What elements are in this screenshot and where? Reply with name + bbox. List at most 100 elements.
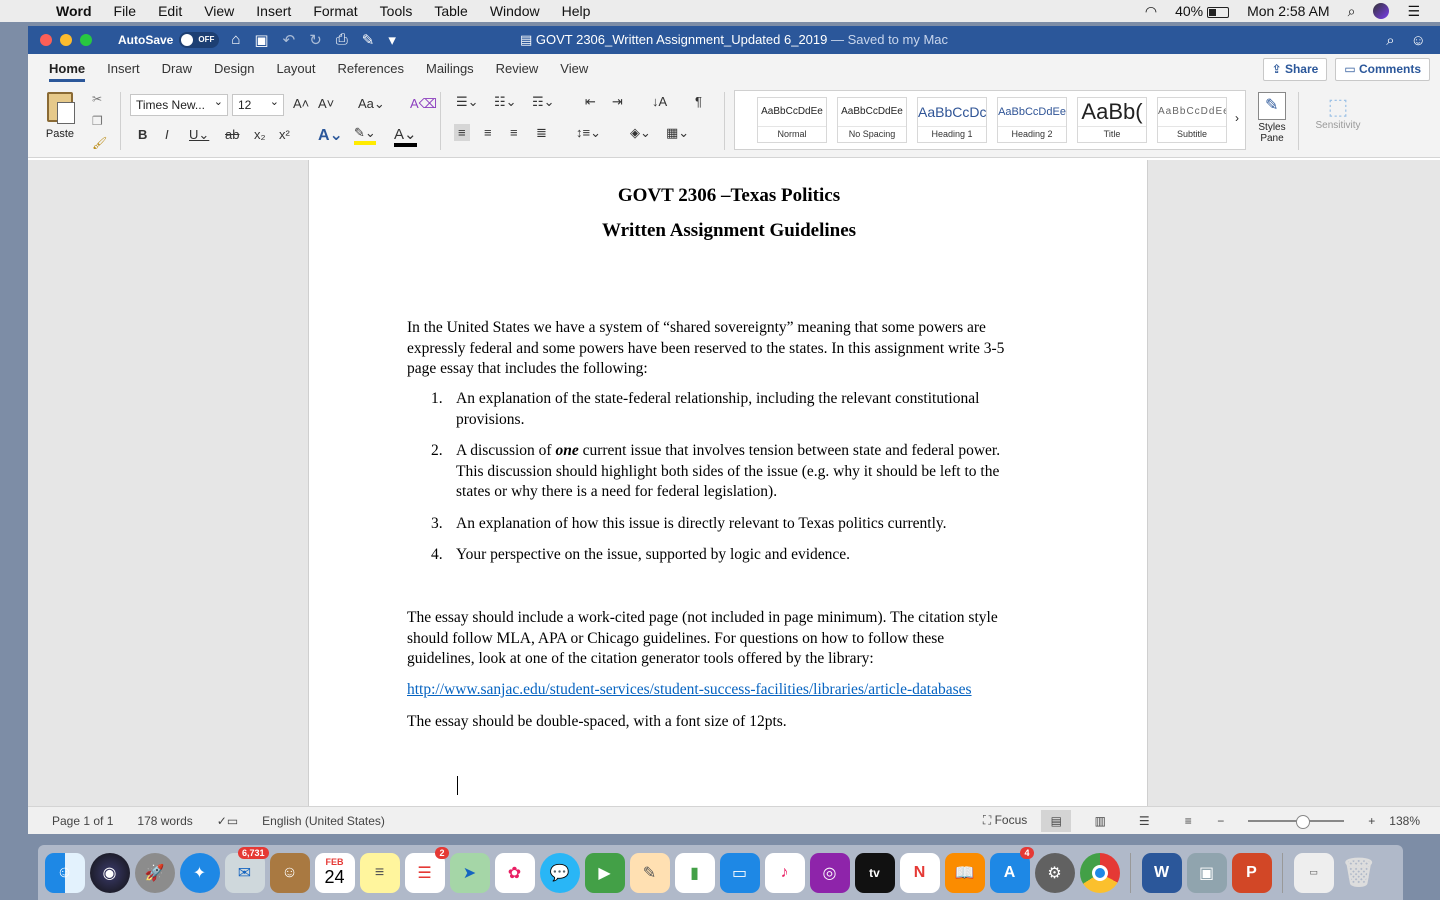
share-button[interactable]: ⇪ Share [1262,58,1328,81]
saved-status[interactable]: — Saved to my Mac [831,32,948,47]
tab-view[interactable]: View [560,54,588,84]
save-icon[interactable]: ▣ [254,31,268,49]
numbers-icon[interactable]: ▮ [674,852,715,893]
zoom-in-icon[interactable]: + [1368,814,1375,828]
shading-icon[interactable]: ◈⌄ [630,125,651,141]
proofing-icon[interactable]: ✓▭ [217,814,238,828]
menu-edit[interactable]: Edit [158,3,182,19]
tab-mailings[interactable]: Mailings [426,54,474,84]
chrome-icon[interactable] [1079,852,1120,893]
news-icon[interactable]: N [899,852,940,893]
outline-view-icon[interactable]: ☰ [1129,810,1159,832]
notification-center-icon[interactable]: ☰ [1407,3,1420,20]
app-store-icon[interactable]: A4 [989,846,1034,893]
menu-tools[interactable]: Tools [380,3,413,19]
messages-icon[interactable]: 💬 [539,852,580,893]
font-name-select[interactable]: Times New... [130,92,228,116]
page-count[interactable]: Page 1 of 1 [52,814,113,828]
increase-font-size-icon[interactable]: A˄ [293,96,309,111]
justify-icon[interactable]: ≣ [536,125,547,141]
borders-icon[interactable]: ▦⌄ [666,125,689,141]
superscript-icon[interactable]: x² [279,127,290,142]
italic-icon[interactable]: I [165,127,169,142]
menu-view[interactable]: View [204,3,234,19]
books-icon[interactable]: 📖 [944,852,985,893]
spotlight-search-icon[interactable]: ⌕ [1348,3,1356,20]
tab-design[interactable]: Design [214,54,254,84]
fullscreen-window-button[interactable] [80,34,92,46]
style-normal[interactable]: AaBbCcDdEe Normal [757,97,827,143]
style-title[interactable]: AaBb(Title [1077,97,1147,143]
tab-home[interactable]: Home [49,54,86,84]
word-dock-icon[interactable]: W [1141,852,1182,893]
photos-icon[interactable]: ✿ [494,852,535,893]
font-color-icon[interactable]: A⌄ [394,125,417,147]
style-no-spacing[interactable]: AaBbCcDdEe No Spacing [837,97,907,143]
feedback-smiley-icon[interactable]: ☺ [1411,32,1426,49]
notes-icon[interactable]: ≡ [359,852,400,893]
maps-icon[interactable]: ➤ [449,852,490,893]
cut-icon[interactable]: ✂ [92,92,102,106]
menu-help[interactable]: Help [562,3,591,19]
minimize-window-button[interactable] [60,34,72,46]
change-case-icon[interactable]: Aa⌄ [358,96,385,112]
align-right-icon[interactable]: ≡ [510,125,518,140]
powerpoint-icon[interactable]: P [1231,852,1272,893]
sensitivity-button[interactable]: ⬚ Sensitivity [1310,94,1366,131]
tab-review[interactable]: Review [496,54,539,84]
decrease-font-size-icon[interactable]: A˅ [318,96,334,111]
strikethrough-icon[interactable]: ab [225,127,239,142]
launchpad-icon[interactable]: 🚀 [134,852,175,893]
docx-file-icon[interactable]: ▭ [1293,852,1334,893]
finder-icon[interactable]: ☺ [44,852,85,893]
zoom-level[interactable]: 138% [1389,814,1420,828]
menu-window[interactable]: Window [490,3,540,19]
safari-icon[interactable]: ✦ [179,852,220,893]
numbering-icon[interactable]: ☷⌄ [494,94,517,110]
contacts-icon[interactable]: ☺ [269,852,310,893]
style-subtitle[interactable]: AaBbCcDdEe Subtitle [1157,97,1227,143]
increase-indent-icon[interactable]: ⇥ [612,94,623,110]
document-canvas[interactable]: GOVT 2306 –Texas Politics Written Assign… [28,160,1440,806]
highlight-color-icon[interactable]: ✎⌄ [354,125,376,145]
bold-icon[interactable]: B [138,127,147,142]
style-heading-2[interactable]: AaBbCcDdEe Heading 2 [997,97,1067,143]
trash-icon[interactable]: 🗑 [1339,853,1379,893]
tab-draw[interactable]: Draw [162,54,192,84]
podcasts-icon[interactable]: ◎ [809,852,850,893]
style-heading-1[interactable]: AaBbCcDc Heading 1 [917,97,987,143]
facetime-icon[interactable]: ▶ [584,852,625,893]
paste-button[interactable]: Paste [38,92,82,140]
sort-icon[interactable]: ↓A [652,94,667,109]
mail-icon[interactable]: ✉ 6,731 [224,846,269,893]
menu-app-word[interactable]: Word [56,3,92,19]
reminders-icon[interactable]: ☰ 2 [404,846,449,893]
menu-file[interactable]: File [114,3,137,19]
font-size-select[interactable]: 12 [232,92,284,116]
wifi-icon[interactable]: ◠ [1145,3,1157,20]
close-window-button[interactable] [40,34,52,46]
styles-gallery-next-icon[interactable]: › [1235,111,1239,125]
align-center-icon[interactable]: ≡ [484,125,492,140]
styles-pane-button[interactable]: Styles Pane [1254,92,1290,144]
keynote-icon[interactable]: ▭ [719,852,760,893]
library-link[interactable]: http://www.sanjac.edu/student-services/s… [407,681,972,698]
align-left-icon[interactable]: ≡ [454,124,470,141]
word-count[interactable]: 178 words [137,814,192,828]
subscript-icon[interactable]: x₂ [254,127,266,142]
undo-icon[interactable]: ↶ [283,31,296,49]
edit-icon[interactable]: ✎ [362,31,375,49]
decrease-indent-icon[interactable]: ⇤ [585,94,596,110]
battery-status[interactable]: 40% [1175,3,1230,19]
zoom-slider[interactable] [1248,814,1345,829]
tab-insert[interactable]: Insert [107,54,140,84]
web-layout-view-icon[interactable]: ▥ [1085,810,1115,832]
document-page[interactable]: GOVT 2306 –Texas Politics Written Assign… [308,160,1148,806]
tab-layout[interactable]: Layout [276,54,315,84]
line-spacing-icon[interactable]: ↕≡⌄ [576,125,601,141]
menu-table[interactable]: Table [434,3,467,19]
search-icon[interactable]: ⌕ [1386,32,1394,49]
text-effects-icon[interactable]: A⌄ [318,125,343,145]
siri-dock-icon[interactable]: ◉ [89,852,130,893]
language-status[interactable]: English (United States) [262,814,385,828]
